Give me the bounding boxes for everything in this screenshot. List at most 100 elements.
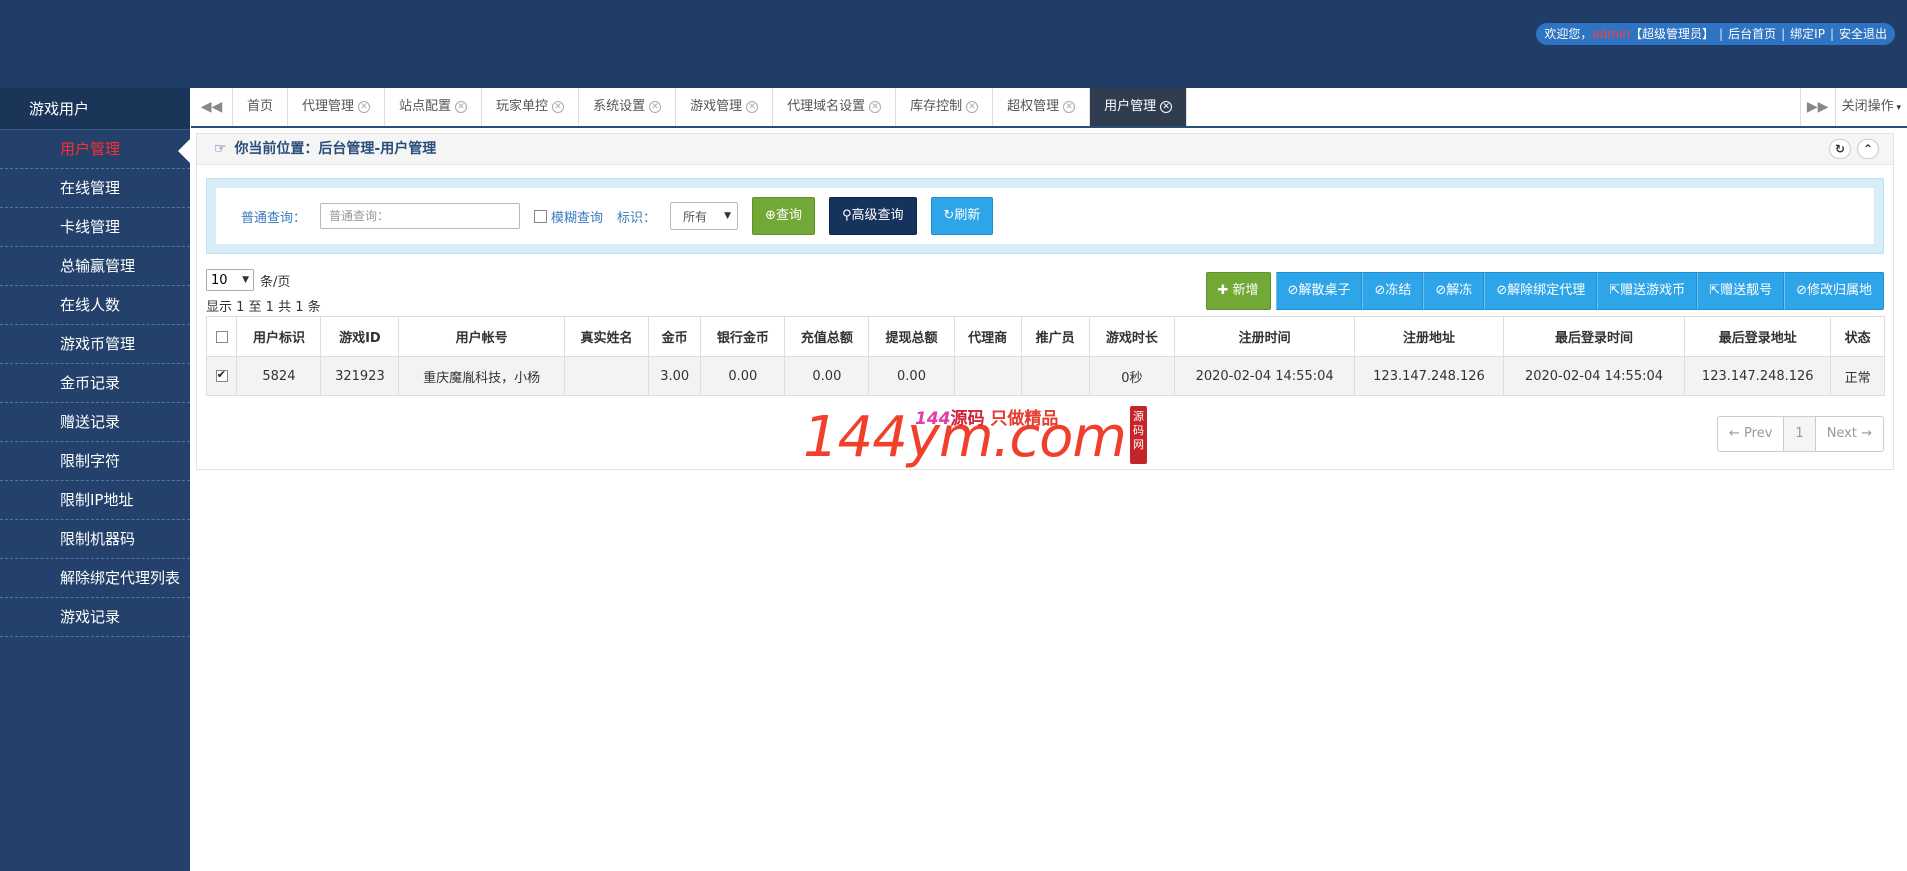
sidebar-item-online-count[interactable]: 在线人数 <box>0 286 190 325</box>
tab-scroll-right-icon[interactable]: ▶▶ <box>1799 88 1836 126</box>
advanced-query-button[interactable]: ⚲高级查询 <box>828 197 917 235</box>
row-select-cell <box>205 356 238 396</box>
col-recharge-total[interactable]: 充值总额 <box>784 316 870 357</box>
fuzzy-query-label: 模糊查询 <box>551 210 604 226</box>
modify-location-button[interactable]: ⊘修改归属地 <box>1784 272 1884 310</box>
table-header-row: 用户标识 游戏ID 用户帐号 真实姓名 金币 银行金币 充值总额 提现总额 代理… <box>205 316 1885 357</box>
unbind-agent-button[interactable]: ⊘解除绑定代理 <box>1484 272 1598 310</box>
row-checkbox[interactable] <box>215 368 228 382</box>
sidebar-item-restricted-chars[interactable]: 限制字符 <box>0 442 190 481</box>
sidebar-item-win-loss[interactable]: 总输赢管理 <box>0 247 190 286</box>
page-size-unit: 条/页 <box>260 274 291 290</box>
sidebar-item-online-management[interactable]: 在线管理 <box>0 169 190 208</box>
tab-label: 站点配置 <box>399 99 452 114</box>
close-icon[interactable]: ✕ <box>966 100 979 113</box>
col-game-id[interactable]: 游戏ID <box>320 316 400 357</box>
sidebar-item-game-records[interactable]: 游戏记录 <box>0 598 190 637</box>
reload-icon[interactable]: ↻ <box>1829 139 1851 159</box>
refresh-icon: ↻ <box>943 208 955 223</box>
col-withdraw-total[interactable]: 提现总额 <box>868 316 955 357</box>
tab-game-management[interactable]: 游戏管理 ✕ <box>676 88 774 126</box>
current-page-button[interactable]: 1 <box>1783 416 1816 452</box>
tab-agent-domain[interactable]: 代理域名设置 ✕ <box>773 88 897 126</box>
prev-page-button[interactable]: ← Prev <box>1717 416 1785 452</box>
close-icon[interactable]: ✕ <box>649 100 662 113</box>
unfreeze-button[interactable]: ⊘解冻 <box>1423 272 1485 310</box>
sidebar-item-user-management[interactable]: 用户管理 <box>0 130 190 169</box>
sidebar-title[interactable]: 游戏用户 <box>0 88 190 130</box>
gift-vip-number-button[interactable]: ⇱赠送靓号 <box>1697 272 1785 310</box>
tab-home[interactable]: 首页 <box>233 88 289 126</box>
cell-register-address: 123.147.248.126 <box>1354 356 1504 396</box>
fuzzy-query-checkbox[interactable] <box>534 209 548 223</box>
gift-coins-button[interactable]: ⇱赠送游戏币 <box>1597 272 1698 310</box>
col-bank-gold[interactable]: 银行金币 <box>700 316 786 357</box>
col-promoter[interactable]: 推广员 <box>1020 316 1090 357</box>
check-circle-icon: ⊘ <box>1374 283 1386 298</box>
admin-home-link[interactable]: 后台首页 <box>1728 23 1776 45</box>
sidebar-item-restricted-machine[interactable]: 限制机器码 <box>0 520 190 559</box>
col-user-flag[interactable]: 用户标识 <box>236 316 322 357</box>
sidebar-item-unbind-agent-list[interactable]: 解除绑定代理列表 <box>0 559 190 598</box>
tab-player-control[interactable]: 玩家单控 ✕ <box>482 88 580 126</box>
cell-gold: 3.00 <box>647 356 702 396</box>
tab-system-settings[interactable]: 系统设置 ✕ <box>579 88 677 126</box>
col-agent[interactable]: 代理商 <box>953 316 1022 357</box>
page-size-select[interactable]: 10 ▼ <box>206 269 254 291</box>
close-icon[interactable]: ✕ <box>1063 100 1076 113</box>
sidebar-item-coin-management[interactable]: 游戏币管理 <box>0 325 190 364</box>
add-button[interactable]: ✚ 新增 <box>1205 272 1271 310</box>
tab-label: 库存控制 <box>910 99 963 114</box>
fuzzy-query-option[interactable]: 模糊查询 <box>534 207 603 226</box>
filter-icon: ⚲ <box>841 208 852 223</box>
close-icon[interactable]: ✕ <box>552 100 565 113</box>
query-button[interactable]: ⊕查询 <box>752 197 815 235</box>
tab-label: 代理管理 <box>302 99 355 114</box>
close-icon[interactable]: ✕ <box>455 100 468 113</box>
collapse-icon[interactable]: ⌃ <box>1857 139 1879 159</box>
close-icon[interactable]: ✕ <box>746 100 759 113</box>
tab-inventory-control[interactable]: 库存控制 ✕ <box>896 88 994 126</box>
tab-user-management[interactable]: 用户管理 ✕ <box>1090 88 1188 126</box>
col-account[interactable]: 用户帐号 <box>398 316 565 357</box>
col-register-address[interactable]: 注册地址 <box>1354 316 1504 357</box>
close-operations-menu[interactable]: 关闭操作 ▾ <box>1836 88 1907 126</box>
flag-label: 标识： <box>617 210 657 226</box>
table-row[interactable]: 5824 321923 重庆魔胤科技，小杨 3.00 0.00 0.00 0.0… <box>205 356 1885 396</box>
cell-last-login-time: 2020-02-04 14:55:04 <box>1502 356 1686 396</box>
search-icon: ⊕ <box>765 208 776 223</box>
close-icon[interactable]: ✕ <box>869 100 882 113</box>
bind-ip-link[interactable]: 绑定IP <box>1790 23 1825 45</box>
flag-select[interactable]: 所有 ▼ <box>670 202 739 230</box>
search-input[interactable] <box>320 203 521 229</box>
tab-super-permission[interactable]: 超权管理 ✕ <box>993 88 1091 126</box>
refresh-button[interactable]: ↻刷新 <box>930 197 994 235</box>
col-last-login-address[interactable]: 最后登录地址 <box>1684 316 1832 357</box>
cell-real-name <box>563 356 649 396</box>
select-all-checkbox[interactable] <box>215 330 228 343</box>
dissolve-table-button[interactable]: ⊘解散桌子 <box>1275 272 1363 310</box>
col-play-time[interactable]: 游戏时长 <box>1088 316 1176 357</box>
close-icon[interactable]: ✕ <box>358 100 371 113</box>
col-gold[interactable]: 金币 <box>647 316 702 357</box>
close-icon[interactable]: ✕ <box>1160 100 1173 113</box>
col-real-name[interactable]: 真实姓名 <box>563 316 649 357</box>
tab-agent-management[interactable]: 代理管理 ✕ <box>288 88 386 126</box>
status-badge: 正常 <box>1830 356 1885 396</box>
logout-link[interactable]: 安全退出 <box>1839 23 1887 45</box>
sidebar-item-gold-records[interactable]: 金币记录 <box>0 364 190 403</box>
sidebar-item-restricted-ip[interactable]: 限制IP地址 <box>0 481 190 520</box>
sidebar-item-gift-records[interactable]: 赠送记录 <box>0 403 190 442</box>
freeze-button[interactable]: ⊘冻结 <box>1362 272 1424 310</box>
action-toolbar: ✚ 新增 ⊘解散桌子 ⊘冻结 ⊘解冻 ⊘解除绑定代理 ⇱赠送游戏币 ⇱赠送靓号 … <box>1205 272 1884 310</box>
tab-site-config[interactable]: 站点配置 ✕ <box>385 88 483 126</box>
tab-label: 代理域名设置 <box>787 99 866 114</box>
col-register-time[interactable]: 注册时间 <box>1173 316 1356 357</box>
sidebar-item-stuck-management[interactable]: 卡线管理 <box>0 208 190 247</box>
col-last-login-time[interactable]: 最后登录时间 <box>1502 316 1686 357</box>
tab-scroll-left-icon[interactable]: ◀◀ <box>191 88 233 126</box>
check-circle-icon: ⊘ <box>1435 283 1447 298</box>
next-page-button[interactable]: Next → <box>1814 416 1884 452</box>
cell-recharge-total: 0.00 <box>784 356 870 396</box>
col-status[interactable]: 状态 <box>1830 316 1885 357</box>
